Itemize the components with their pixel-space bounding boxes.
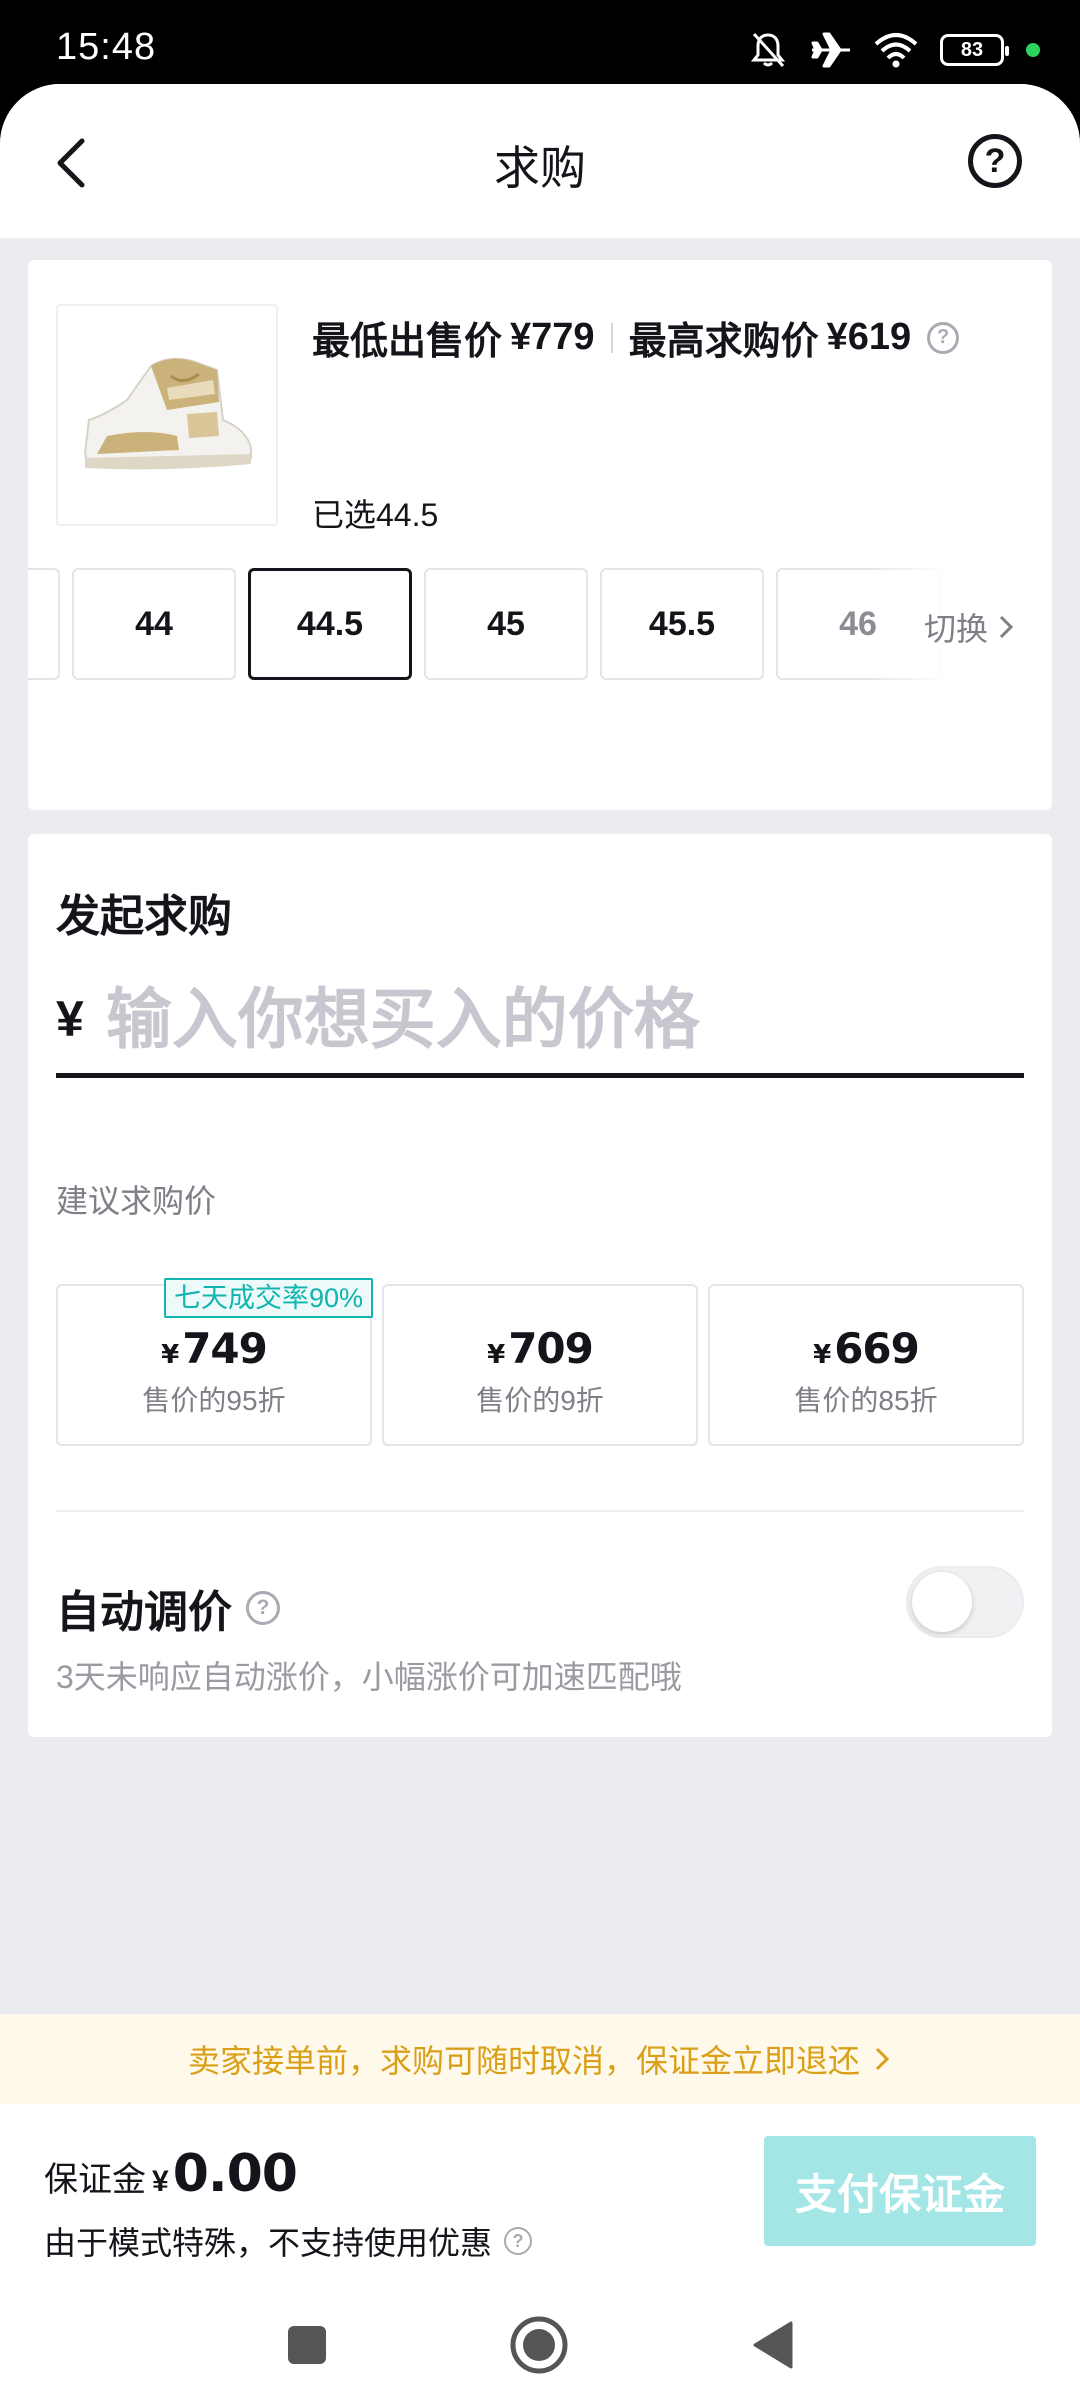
sneaker-image (83, 357, 252, 470)
wifi-icon (874, 33, 918, 68)
suggested-price-desc: 售价的85折 (794, 1385, 938, 1416)
auto-adjust-help-icon[interactable]: ? (246, 1591, 280, 1625)
page-title: 求购 (494, 142, 586, 194)
product-image (56, 304, 278, 526)
suggested-price-option[interactable]: ¥709 售价的9折 (382, 1284, 698, 1446)
suggested-price-desc: 售价的95折 (142, 1385, 286, 1416)
price-number: 709 (508, 1324, 594, 1373)
status-time: 15:48 (56, 26, 157, 68)
highest-bid-label: 最高求购价 (628, 321, 819, 363)
size-chip-prev[interactable] (28, 568, 60, 680)
home-circle-icon (510, 2316, 568, 2374)
deposit-help-icon[interactable]: ? (504, 2227, 533, 2255)
bottom-action-bar: 保证金 ¥ 0.00 由于模式特殊，不支持使用优惠 ? 支付保证金 (0, 2104, 1080, 2400)
deposit-currency: ¥ (152, 2165, 169, 2198)
size-selector: 44 44.5 45 45.5 46 切换 (28, 568, 1052, 680)
switch-size-link[interactable]: 切换 (924, 604, 1016, 650)
app-screen: 求购 ? 最低出售价 ¥779 最高求购价 ¥619 ? 已选44.5 44 4… (0, 84, 1080, 2400)
back-triangle-icon (753, 2321, 793, 2369)
cancel-notice-bar[interactable]: 卖家接单前，求购可随时取消，保证金立即退还 (0, 2014, 1080, 2104)
deposit-note-row: 由于模式特殊，不支持使用优惠 ? (44, 2218, 533, 2264)
suggested-price-value: ¥749 (58, 1324, 370, 1373)
section-divider (56, 1510, 1024, 1512)
currency-symbol: ¥ (56, 990, 84, 1047)
suggested-price-value: ¥709 (384, 1324, 696, 1373)
top-nav: 求购 ? (0, 84, 1080, 238)
size-chip-selected[interactable]: 44.5 (248, 568, 412, 680)
lowest-ask-price: ¥779 (510, 316, 595, 358)
price-number: 749 (182, 1324, 268, 1373)
privacy-indicator-dot (1026, 43, 1040, 57)
deal-rate-badge: 七天成交率90% (164, 1278, 374, 1318)
deposit-note: 由于模式特殊，不支持使用优惠 (44, 2225, 493, 2261)
recents-button[interactable] (272, 2310, 342, 2380)
home-button[interactable] (504, 2310, 574, 2380)
square-icon (288, 2326, 326, 2364)
price-input-row: ¥ (56, 964, 1024, 1078)
highest-bid-price: ¥619 (826, 316, 912, 358)
airplane-icon (811, 32, 850, 68)
system-back-button[interactable] (738, 2310, 808, 2380)
suggested-price-option[interactable]: ¥669 售价的85折 (708, 1284, 1024, 1446)
system-nav-bar (0, 2290, 1080, 2400)
yen-symbol: ¥ (161, 1340, 179, 1370)
product-card: 最低出售价 ¥779 最高求购价 ¥619 ? 已选44.5 44 44.5 4… (28, 260, 1052, 810)
suggested-price-desc: 售价的9折 (476, 1385, 604, 1416)
bid-card: 发起求购 ¥ 建议求购价 七天成交率90% ¥749 售价的95折 ¥709 售… (28, 834, 1052, 1737)
divider (610, 322, 613, 353)
size-chip[interactable]: 44 (72, 568, 236, 680)
help-icon[interactable]: ? (968, 134, 1022, 188)
lowest-ask-label: 最低出售价 (312, 321, 503, 363)
deposit-label: 保证金 (44, 2161, 146, 2199)
size-chip[interactable]: 45.5 (600, 568, 764, 680)
mute-icon (750, 32, 786, 68)
selected-size-text: 已选44.5 (312, 497, 439, 533)
toggle-knob (912, 1572, 972, 1632)
chevron-right-icon (875, 2047, 890, 2071)
auto-adjust-toggle[interactable] (906, 1566, 1024, 1638)
bid-price-input[interactable] (105, 980, 986, 1057)
auto-adjust-title-row: 自动调价 ? (56, 1576, 280, 1640)
status-bar: 15:48 83 (0, 0, 1080, 90)
suggested-price-label: 建议求购价 (56, 1183, 217, 1219)
yen-symbol: ¥ (813, 1340, 831, 1370)
suggested-price-value: ¥669 (710, 1324, 1022, 1373)
price-number: 669 (834, 1324, 920, 1373)
auto-adjust-desc: 3天未响应自动涨价，小幅涨价可加速匹配哦 (56, 1659, 682, 1695)
bid-section-title: 发起求购 (56, 892, 232, 941)
price-info-icon[interactable]: ? (927, 321, 960, 354)
chevron-right-icon (999, 615, 1014, 639)
size-chip[interactable]: 45 (424, 568, 588, 680)
pay-deposit-button[interactable]: 支付保证金 (764, 2136, 1036, 2246)
suggested-price-option[interactable]: 七天成交率90% ¥749 售价的95折 (56, 1278, 374, 1446)
deposit-row: 保证金 ¥ 0.00 (44, 2144, 298, 2204)
battery-icon: 83 (940, 34, 1009, 66)
auto-adjust-title: 自动调价 (56, 1588, 232, 1637)
notice-text: 卖家接单前，求购可随时取消，保证金立即退还 (187, 2043, 860, 2079)
status-icons: 83 (748, 28, 1040, 72)
price-summary: 最低出售价 ¥779 最高求购价 ¥619 ? (312, 310, 960, 365)
deposit-amount: 0.00 (172, 2144, 298, 2204)
switch-label: 切换 (924, 611, 989, 647)
yen-symbol: ¥ (487, 1340, 505, 1370)
